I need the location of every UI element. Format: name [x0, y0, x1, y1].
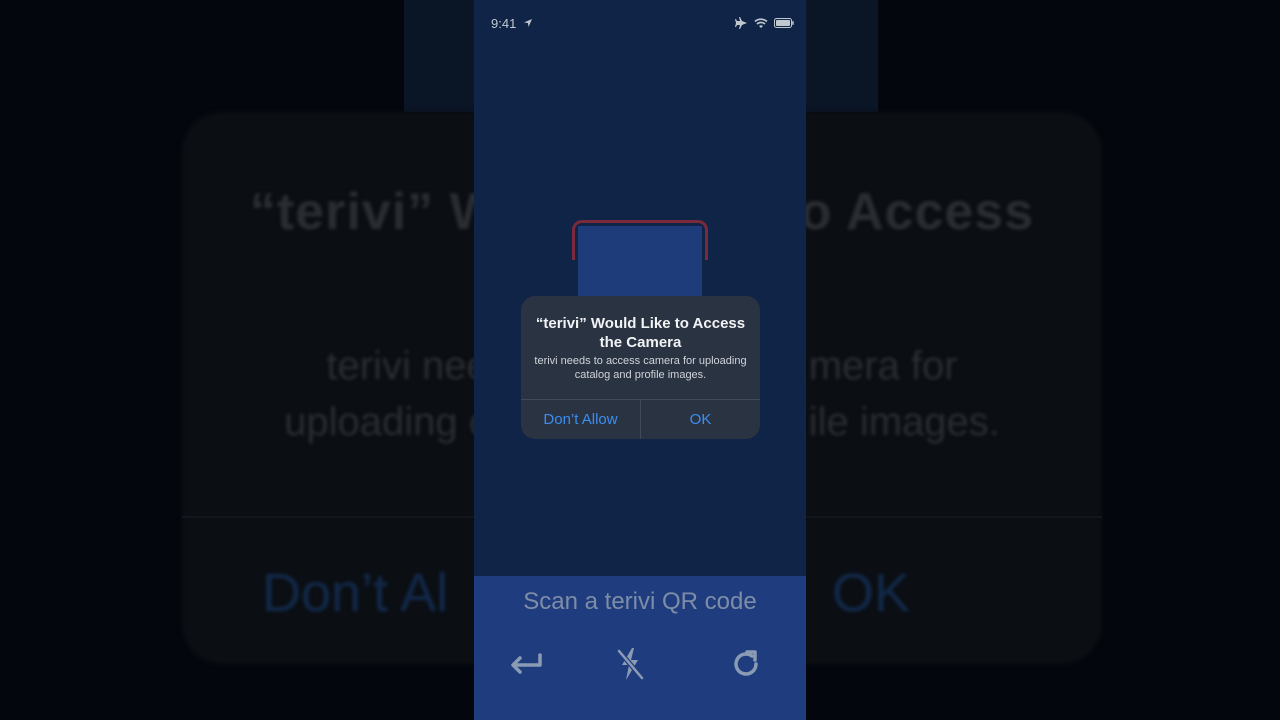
background-deny-button: Don’t Al [262, 563, 449, 623]
refresh-button[interactable] [726, 646, 766, 682]
scanner-panel: Scan a terivi QR code [474, 576, 806, 720]
scan-label: Scan a terivi QR code [523, 588, 757, 615]
ok-button[interactable]: OK [641, 400, 760, 439]
status-icons [735, 17, 794, 29]
alert-title: “terivi” Would Like to Access the Camera [535, 315, 746, 351]
flash-off-icon [617, 648, 644, 680]
location-arrow-icon [524, 19, 532, 27]
camera-permission-alert: “terivi” Would Like to Access the Camera… [521, 296, 760, 439]
wifi-icon [754, 17, 768, 28]
status-time: 9:41 [491, 16, 517, 31]
back-button[interactable] [506, 646, 546, 682]
status-bar: 9:41 [474, 0, 806, 46]
battery-icon [774, 18, 794, 28]
refresh-icon [734, 650, 758, 676]
alert-message: terivi needs to access camera for upload… [534, 355, 747, 381]
back-arrow-icon [511, 653, 542, 674]
airplane-icon [735, 17, 747, 29]
flash-toggle-button[interactable] [610, 646, 650, 682]
background-ok-button: OK [832, 563, 911, 623]
dont-allow-button[interactable]: Don’t Allow [521, 400, 640, 439]
